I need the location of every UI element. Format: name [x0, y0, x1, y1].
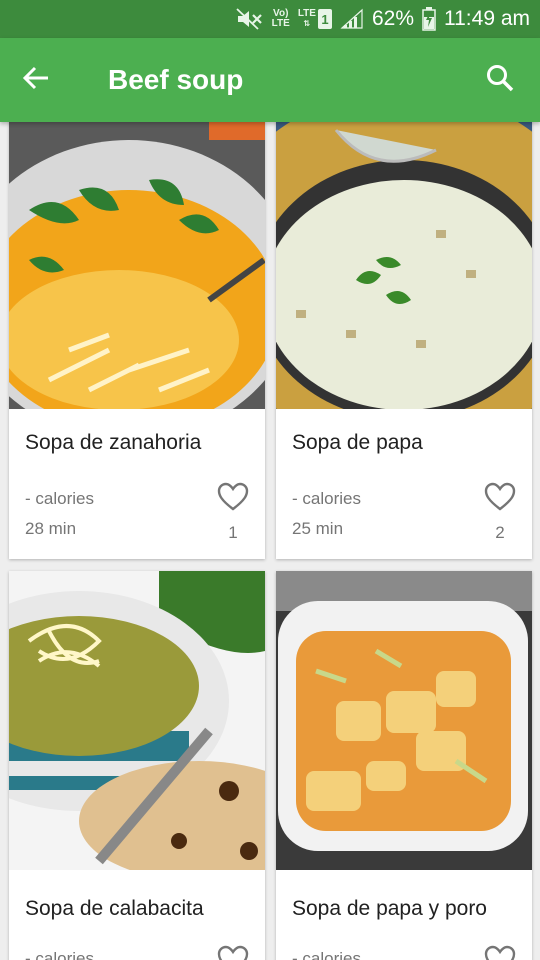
sim-indicator: 1: [317, 9, 332, 29]
recipe-time: 28 min: [25, 519, 77, 538]
recipe-image: [9, 122, 265, 409]
mute-icon: [236, 8, 264, 30]
recipe-title: Sopa de papa y poro: [292, 897, 487, 920]
recipe-image: [276, 122, 532, 409]
like-button[interactable]: [484, 945, 516, 960]
status-bar: Vo) LTE LTE ⇅ 1 62% 11:49 am: [0, 0, 540, 38]
recipe-calories: - calories: [292, 949, 361, 960]
battery-icon: [422, 7, 436, 31]
heart-icon: [217, 945, 249, 960]
search-icon: [485, 63, 515, 98]
search-button[interactable]: [482, 62, 518, 98]
signal-icon: [340, 8, 364, 30]
recipe-card[interactable]: Sopa de papa y poro - calories: [276, 571, 532, 960]
page-title: Beef soup: [108, 64, 244, 95]
like-button[interactable]: [484, 482, 516, 517]
recipe-title: Sopa de calabacita: [25, 897, 204, 920]
heart-icon: [484, 945, 516, 960]
lte-icon: LTE ⇅ 1: [298, 9, 332, 29]
app-bar: Beef soup: [0, 38, 540, 122]
back-button[interactable]: [18, 62, 54, 98]
battery-percent: 62%: [371, 7, 414, 30]
recipe-title: Sopa de papa: [292, 431, 423, 454]
like-button[interactable]: [217, 945, 249, 960]
recipe-time: 25 min: [292, 519, 344, 538]
like-count: 2: [495, 523, 505, 542]
recipe-card[interactable]: Sopa de zanahoria - calories 28 min 1: [9, 122, 265, 559]
recipe-calories: - calories: [25, 489, 94, 508]
recipe-image: [9, 571, 265, 870]
recipe-calories: - calories: [292, 489, 361, 508]
arrow-back-icon: [22, 64, 50, 97]
recipe-card[interactable]: Sopa de papa - calories 25 min 2: [276, 122, 532, 559]
recipe-grid: Sopa de zanahoria - calories 28 min 1 So…: [0, 122, 540, 960]
recipe-card[interactable]: Sopa de calabacita - calories: [9, 571, 265, 960]
volte-icon: Vo) LTE: [271, 8, 290, 29]
clock: 11:49 am: [444, 7, 530, 30]
like-button[interactable]: [217, 482, 249, 517]
like-count: 1: [228, 523, 238, 542]
recipe-image: [276, 571, 532, 870]
heart-icon: [484, 482, 516, 517]
recipe-calories: - calories: [25, 949, 94, 960]
recipe-title: Sopa de zanahoria: [25, 431, 202, 454]
heart-icon: [217, 482, 249, 517]
